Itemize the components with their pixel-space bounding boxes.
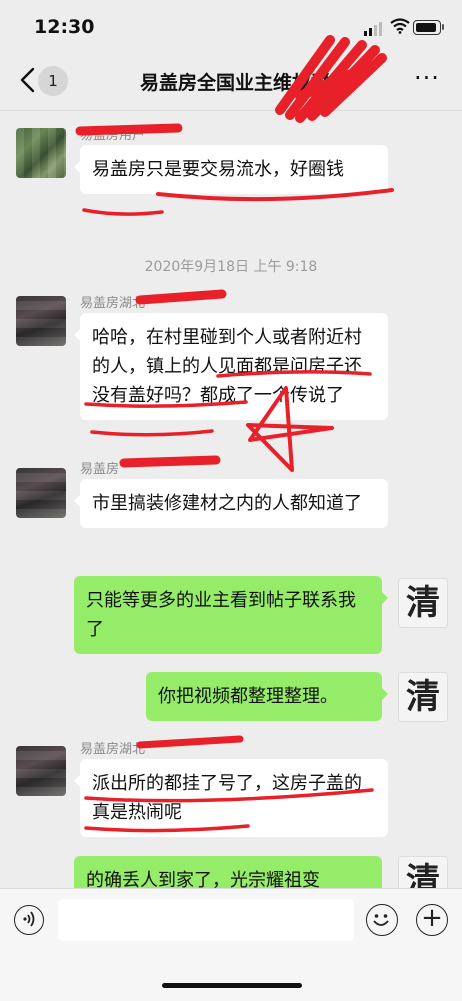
- sender-avatar[interactable]: [16, 296, 66, 346]
- sender-avatar[interactable]: [16, 468, 66, 518]
- timestamp: 2020年9月18日 上午 9:18: [144, 259, 318, 275]
- message-bubble[interactable]: 派出所的都挂了号了，这房子盖的真是热闹呢: [74, 759, 388, 837]
- chat-title: 易盖房全国业主维权群: [139, 72, 330, 94]
- sender-name: 易盖房湖北: [80, 742, 146, 757]
- back-arrow-icon[interactable]: [16, 66, 40, 94]
- sender-name: 易盖房: [80, 462, 120, 477]
- sender-avatar[interactable]: [16, 128, 66, 178]
- my-message-bubble[interactable]: 只能等更多的业主看到帖子联系我了: [74, 576, 388, 654]
- emoji-icon[interactable]: [366, 904, 398, 936]
- status-bar: 12:30: [0, 0, 462, 52]
- status-time: 12:30: [34, 16, 95, 38]
- wifi-icon: [390, 18, 410, 34]
- home-indicator: [162, 983, 302, 988]
- sender-name: 易盖房用户: [80, 128, 146, 143]
- sender-avatar[interactable]: [16, 746, 66, 796]
- sender-name: 易盖房湖北: [80, 296, 146, 311]
- chat-header: 1 易盖房全国业主维权群 ···: [0, 52, 462, 111]
- voice-input-icon[interactable]: [14, 905, 44, 935]
- my-avatar[interactable]: 清: [398, 578, 448, 628]
- message-bubble[interactable]: 哈哈，在村里碰到个人或者附近村的人，镇上的人见面都是问房子还没有盖好吗？都成了一…: [74, 313, 388, 420]
- signal-icon: [364, 22, 382, 36]
- message-bubble[interactable]: 市里搞装修建材之内的人都知道了: [74, 479, 388, 528]
- message-input[interactable]: [58, 899, 354, 941]
- message-bubble[interactable]: 易盖房只是要交易流水，好圈钱: [74, 145, 388, 194]
- my-avatar[interactable]: 清: [398, 672, 448, 722]
- more-options-button[interactable]: ···: [414, 64, 440, 92]
- my-message-bubble[interactable]: 你把视频都整理整理。: [146, 672, 388, 721]
- unread-badge[interactable]: 1: [38, 66, 68, 96]
- battery-tip: [442, 24, 444, 30]
- add-attachment-icon[interactable]: +: [416, 904, 448, 936]
- battery-icon: [413, 20, 441, 35]
